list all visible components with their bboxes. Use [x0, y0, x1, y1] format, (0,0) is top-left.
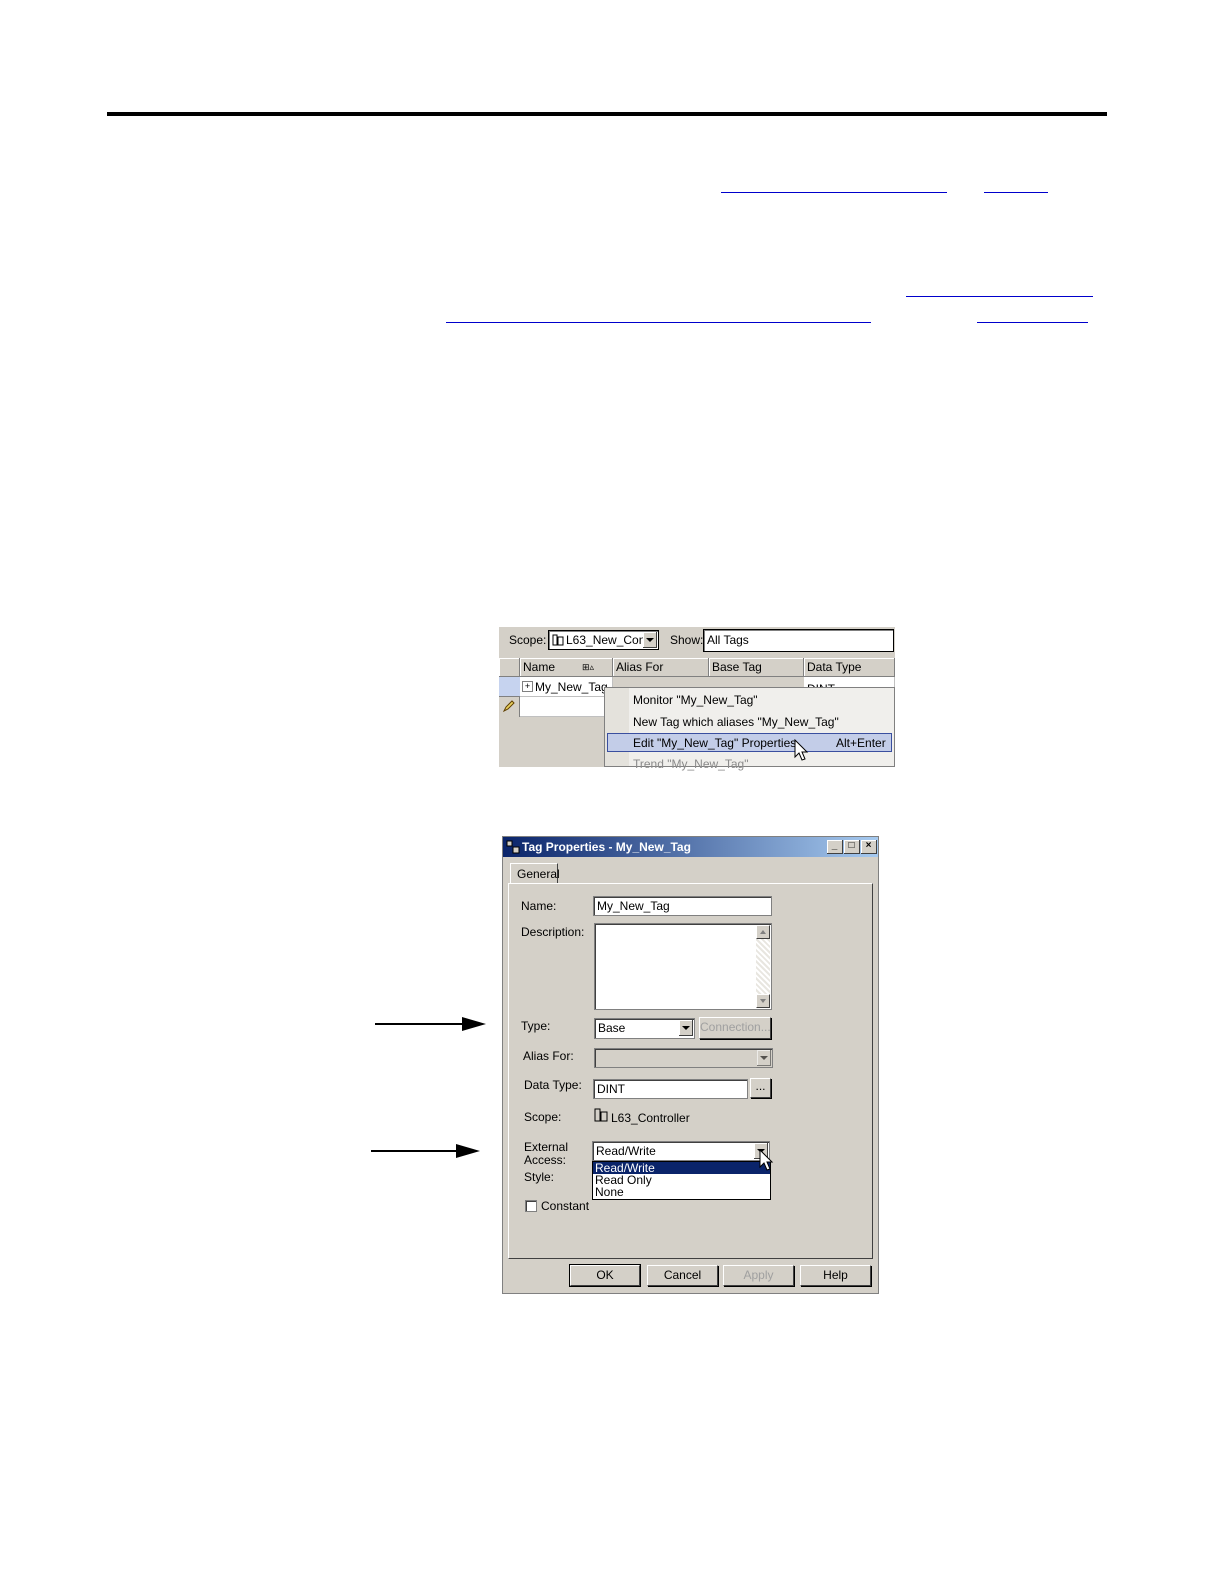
constant-checkbox[interactable]: [525, 1200, 537, 1212]
external-access-label-line2: Access:: [524, 1153, 567, 1167]
new-row-selector[interactable]: [499, 697, 520, 717]
column-header-name[interactable]: Name ⊞▵: [520, 658, 613, 677]
scope-combo-value: L63_New_Contro: [566, 633, 644, 647]
type-dropdown-value: Base: [598, 1021, 626, 1035]
type-label: Type:: [521, 1019, 551, 1033]
table-row[interactable]: + My_New_Tag: [520, 677, 613, 697]
top-rule: [107, 112, 1107, 116]
alias-for-dropdown[interactable]: [594, 1048, 773, 1068]
data-type-label: Data Type:: [524, 1078, 582, 1092]
column-header-label: Alias For: [616, 660, 664, 674]
controller-icon: [552, 634, 564, 646]
menu-item-monitor[interactable]: Monitor "My_New_Tag": [633, 693, 758, 707]
show-filter-value: All Tags: [707, 633, 749, 647]
chevron-down-icon[interactable]: [679, 1020, 693, 1036]
scroll-down-icon[interactable]: [756, 994, 770, 1008]
menu-item-edit-properties[interactable]: Edit "My_New_Tag" Properties: [633, 736, 796, 750]
dialog-titlebar[interactable]: Tag Properties - My_New_Tag _ □ ×: [503, 837, 878, 857]
sort-icon[interactable]: ⊞▵: [582, 662, 594, 673]
show-filter-field[interactable]: All Tags: [703, 629, 894, 652]
hyperlink-underline[interactable]: [984, 192, 1048, 193]
description-label: Description:: [521, 925, 585, 939]
scope-label: Scope:: [524, 1110, 562, 1124]
option-none[interactable]: None: [593, 1186, 770, 1198]
external-access-dropdown[interactable]: Read/Write: [592, 1141, 770, 1161]
chevron-down-icon[interactable]: [643, 632, 657, 648]
help-button[interactable]: Help: [800, 1265, 871, 1286]
scope-value: L63_Controller: [611, 1111, 690, 1125]
show-label: Show:: [670, 633, 704, 647]
column-header-label: Name: [523, 660, 556, 674]
style-label: Style:: [524, 1170, 555, 1184]
cancel-button[interactable]: Cancel: [647, 1265, 718, 1286]
type-dropdown[interactable]: Base: [594, 1018, 695, 1039]
hyperlink-underline[interactable]: [721, 192, 947, 193]
column-header-alias-for[interactable]: Alias For: [613, 658, 709, 677]
column-header-data-type[interactable]: Data Type: [804, 658, 895, 677]
name-field-value: My_New_Tag: [597, 899, 670, 913]
scroll-up-icon[interactable]: [756, 925, 770, 939]
maximize-button[interactable]: □: [844, 840, 860, 854]
external-access-label-line1: External: [524, 1140, 569, 1154]
callout-arrow-type-head: [462, 1017, 486, 1031]
name-label: Name:: [521, 899, 557, 913]
menu-item-trend[interactable]: Trend "My_New_Tag": [633, 757, 748, 771]
description-field[interactable]: [594, 923, 772, 1010]
external-access-dropdown-value: Read/Write: [596, 1144, 656, 1158]
data-type-browse-button[interactable]: ...: [750, 1078, 771, 1098]
alias-for-label: Alias For:: [523, 1049, 574, 1063]
data-type-field[interactable]: DINT: [593, 1079, 748, 1099]
pencil-icon: [502, 699, 516, 716]
expand-icon[interactable]: +: [522, 681, 533, 692]
menu-item-new-alias-tag[interactable]: New Tag which aliases "My_New_Tag": [633, 715, 839, 729]
data-type-field-value: DINT: [597, 1082, 625, 1096]
new-tag-row[interactable]: [520, 697, 613, 717]
mouse-cursor-icon: [759, 1148, 775, 1176]
hyperlink-underline[interactable]: [446, 322, 871, 323]
menu-shortcut: Alt+Enter: [836, 736, 886, 750]
name-field[interactable]: My_New_Tag: [593, 896, 772, 916]
minimize-button[interactable]: _: [827, 840, 843, 854]
scope-combo[interactable]: L63_New_Contro: [548, 630, 659, 650]
connection-button[interactable]: Connection...: [699, 1017, 771, 1039]
controller-icon: [594, 1108, 608, 1125]
scope-label: Scope:: [509, 633, 547, 647]
context-menu: Monitor "My_New_Tag" New Tag which alias…: [604, 687, 895, 771]
row-header-corner: [499, 658, 520, 677]
hyperlink-underline[interactable]: [906, 296, 1093, 297]
callout-arrow-access-head: [456, 1144, 480, 1158]
callout-arrow-access-line: [371, 1150, 461, 1152]
menu-gutter: [605, 688, 629, 766]
tag-name-cell: My_New_Tag: [535, 680, 608, 694]
column-header-label: Data Type: [807, 660, 862, 674]
constant-label: Constant: [541, 1199, 590, 1213]
external-access-options-list: Read/Write Read Only None: [592, 1161, 771, 1200]
apply-button[interactable]: Apply: [723, 1265, 794, 1286]
mouse-cursor-icon: [794, 738, 810, 768]
column-header-base-tag[interactable]: Base Tag: [709, 658, 804, 677]
close-button[interactable]: ×: [861, 840, 877, 854]
tab-general-label: General: [517, 867, 560, 881]
chevron-down-icon[interactable]: [757, 1050, 771, 1066]
tag-icon: [506, 840, 520, 857]
tab-general[interactable]: General: [510, 863, 560, 884]
row-selector[interactable]: [499, 677, 520, 697]
ok-button[interactable]: OK: [569, 1264, 641, 1287]
column-header-label: Base Tag: [712, 660, 762, 674]
callout-arrow-type-line: [375, 1023, 467, 1025]
hyperlink-underline[interactable]: [977, 322, 1088, 323]
tag-properties-dialog: Tag Properties - My_New_Tag _ □ × Genera…: [502, 836, 879, 1294]
dialog-title: Tag Properties - My_New_Tag: [522, 840, 691, 854]
